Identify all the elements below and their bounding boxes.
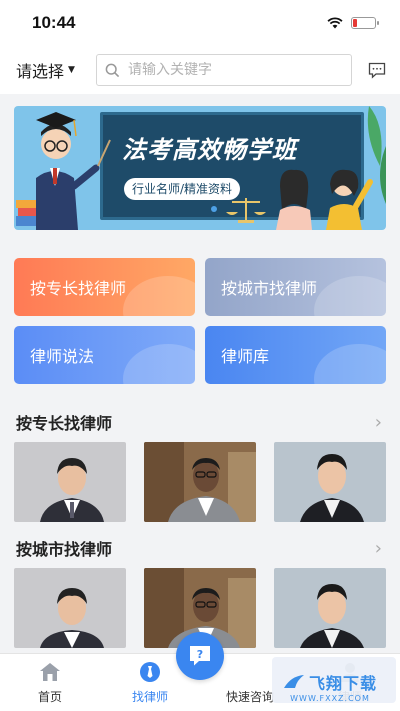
tab-home[interactable]: 首页 — [0, 654, 100, 711]
promo-banner[interactable]: 法考高效畅学班 行业名师/精准资料 — [14, 106, 386, 230]
status-time: 10:44 — [32, 13, 76, 32]
quick-consult-button[interactable]: ? — [176, 632, 224, 680]
region-select-label: 请选择 — [16, 62, 65, 81]
section-header[interactable]: 按城市找律师 › — [0, 528, 400, 568]
chevron-right-icon: › — [374, 411, 382, 433]
chat-question-icon: ? — [190, 646, 210, 666]
lawyer-photo — [274, 568, 386, 648]
tile-find-by-specialty[interactable]: 按专长找律师 — [14, 258, 195, 316]
lawyer-card[interactable] — [14, 568, 126, 648]
search-icon — [105, 63, 120, 77]
search-header: 请选择 ▼ — [0, 46, 400, 94]
lawyer-photo — [144, 442, 256, 522]
quick-entry-grid: 按专长找律师 按城市找律师 律师说法 律师库 — [0, 230, 400, 384]
watermark-logo: 飞翔下载 — [283, 670, 377, 694]
message-button[interactable] — [366, 59, 388, 81]
battery-icon — [351, 17, 379, 29]
app-screen: 10:44 请选择 ▼ 请输入关键字 法考高效畅学班 行业名师/精准资料 按专长… — [0, 0, 400, 711]
banner-subtitle: 行业名师/精准资料 — [124, 178, 241, 200]
lawyer-photo — [14, 568, 126, 648]
tile-find-by-city[interactable]: 按城市找律师 — [205, 258, 386, 316]
home-icon — [38, 660, 62, 684]
section-title: 按专长找律师 — [16, 414, 113, 433]
lawyer-card[interactable] — [274, 442, 386, 522]
tile-lawyer-library[interactable]: 律师库 — [205, 326, 386, 384]
search-input[interactable] — [128, 62, 343, 78]
section-by-specialty: 按专长找律师 › — [0, 402, 400, 522]
tab-label: 快速咨询 — [225, 690, 274, 704]
banner-container: 法考高效畅学班 行业名师/精准资料 — [0, 94, 400, 230]
watermark-text: 飞翔下载 — [308, 674, 377, 693]
banner-illustration — [16, 106, 386, 230]
svg-text:?: ? — [197, 648, 203, 661]
search-box[interactable] — [96, 54, 352, 86]
chevron-right-icon: › — [374, 537, 382, 559]
tie-icon — [138, 660, 162, 684]
status-icons — [327, 17, 379, 29]
tile-label: 按专长找律师 — [30, 279, 127, 298]
lawyer-photo — [14, 442, 126, 522]
lawyer-photo — [274, 442, 386, 522]
watermark-url: WWW.FXXZ.COM — [290, 694, 370, 703]
caret-down-icon: ▼ — [68, 65, 75, 75]
message-icon — [368, 62, 386, 79]
tile-lawyer-talks[interactable]: 律师说法 — [14, 326, 195, 384]
section-by-city: 按城市找律师 › — [0, 528, 400, 648]
watermark: 飞翔下载 WWW.FXXZ.COM — [272, 657, 396, 703]
wifi-icon — [327, 17, 343, 29]
region-select[interactable]: 请选择 ▼ — [16, 58, 96, 82]
wing-icon — [283, 675, 304, 688]
status-bar: 10:44 — [0, 0, 400, 46]
tile-label: 按城市找律师 — [221, 279, 318, 298]
bottom-tab-bar: 首页 找律师 快速咨询 律师 — [0, 632, 400, 711]
tab-label: 找律师 — [131, 690, 168, 704]
tab-label: 首页 — [37, 690, 62, 704]
banner-title: 法考高效畅学班 — [122, 136, 297, 164]
lawyer-card[interactable] — [14, 442, 126, 522]
tile-label: 律师说法 — [30, 347, 95, 366]
section-title: 按城市找律师 — [16, 540, 113, 559]
section-header[interactable]: 按专长找律师 › — [0, 402, 400, 442]
lawyer-row — [0, 442, 400, 522]
lawyer-card[interactable] — [274, 568, 386, 648]
tile-label: 律师库 — [221, 347, 270, 366]
lawyer-card[interactable] — [144, 442, 256, 522]
